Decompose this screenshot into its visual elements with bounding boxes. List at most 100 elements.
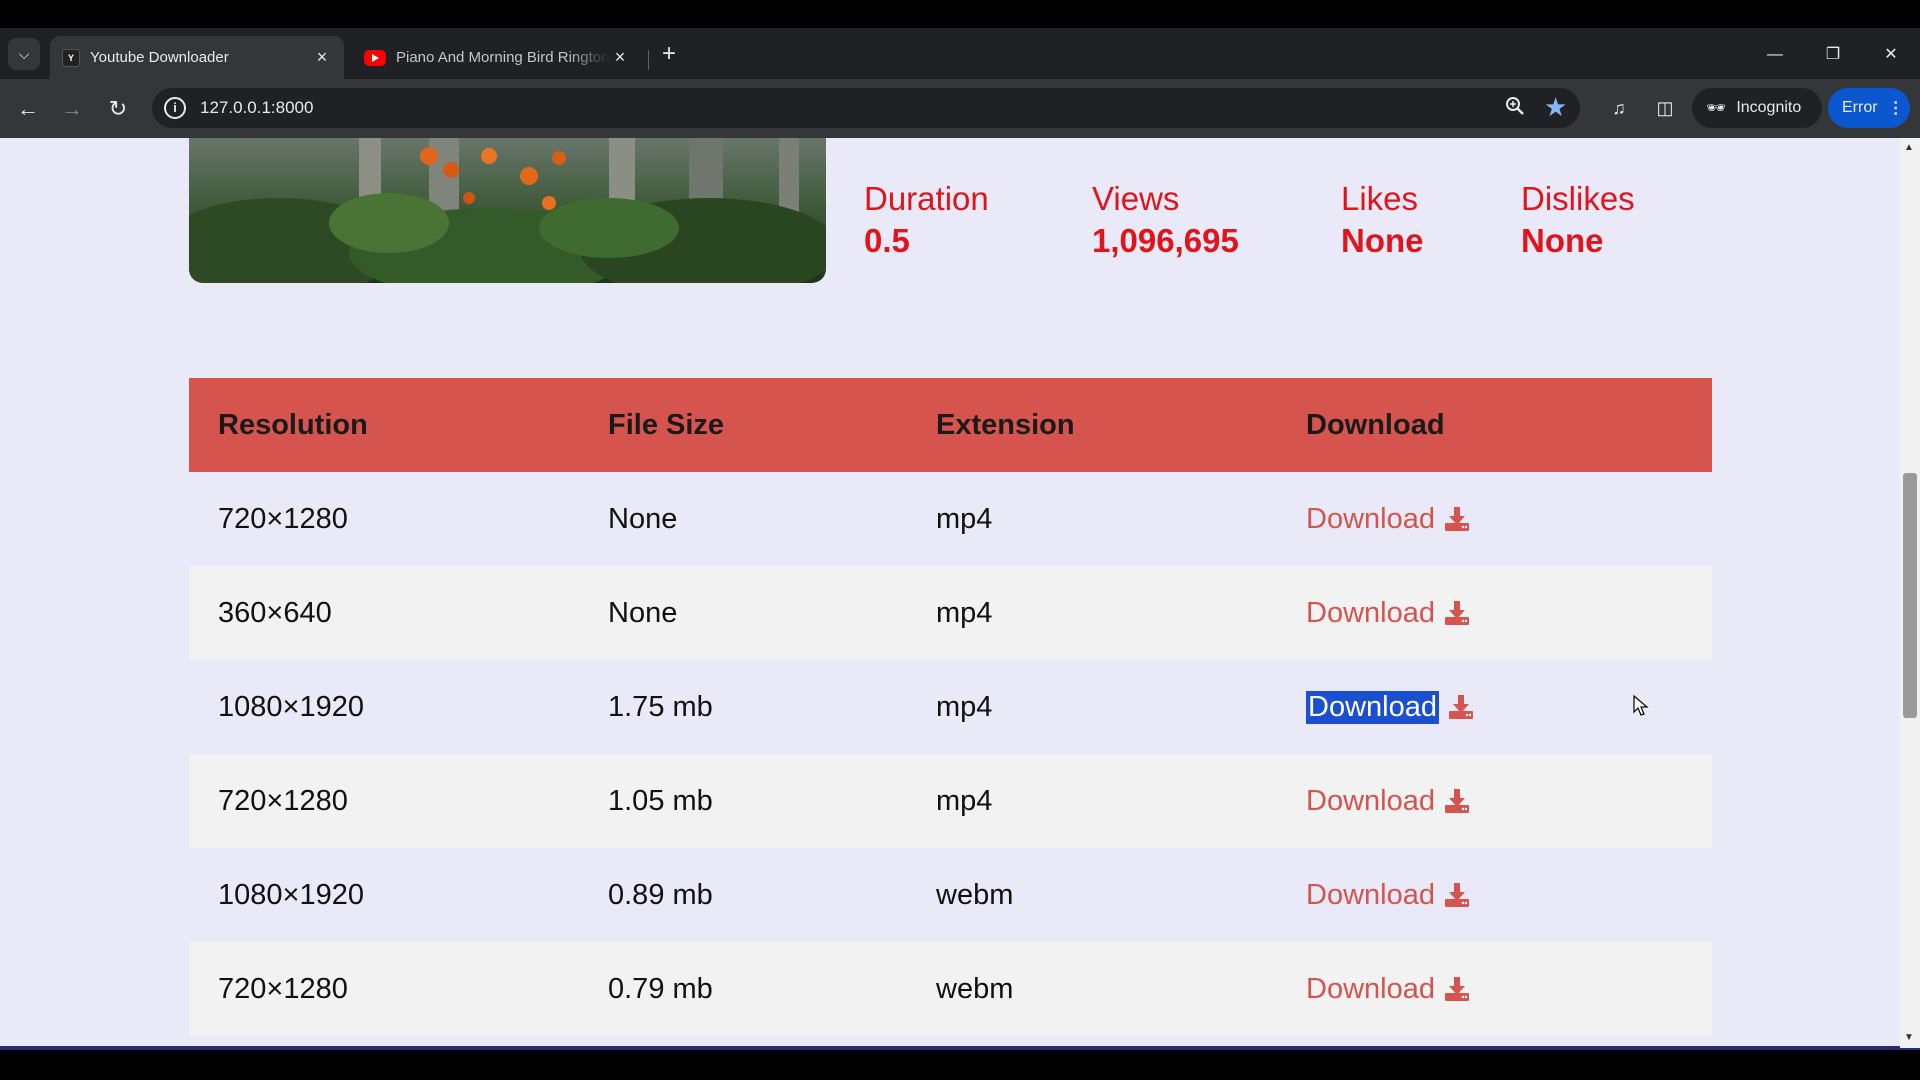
cell-extension: mp4 xyxy=(907,754,1277,848)
download-link[interactable]: Download xyxy=(1306,503,1471,536)
cell-extension: mp4 xyxy=(907,472,1277,566)
page-content: Duration 0.5 Views 1,096,695 Likes None … xyxy=(0,138,1920,1048)
download-link-label[interactable]: Download xyxy=(1306,690,1439,724)
cell-resolution: 360×640 xyxy=(189,566,579,660)
download-link-label[interactable]: Download xyxy=(1306,973,1435,1006)
cell-file-size: None xyxy=(579,566,907,660)
tab-search-button[interactable]: ⌵ xyxy=(8,38,40,70)
header-extension: Extension xyxy=(907,378,1277,472)
scroll-down-arrow-icon[interactable]: ▼ xyxy=(1904,1032,1914,1043)
tab-title: Piano And Morning Bird Ringtone xyxy=(396,49,610,66)
cell-download: Download xyxy=(1277,566,1712,660)
download-link-label[interactable]: Download xyxy=(1306,879,1435,912)
url-text[interactable]: 127.0.0.1:8000 xyxy=(200,98,313,118)
download-icon[interactable] xyxy=(1443,787,1471,815)
video-thumbnail xyxy=(189,138,826,283)
chevron-down-icon: ⌵ xyxy=(18,45,30,62)
table-row: 1080×1920 0.89 mb webm Download xyxy=(189,848,1712,942)
cell-extension: mp4 xyxy=(907,660,1277,754)
site-info-icon[interactable]: i xyxy=(164,97,186,119)
forward-button[interactable]: → xyxy=(56,93,88,125)
reload-button[interactable]: ↻ xyxy=(102,93,134,125)
cell-resolution: 1080×1920 xyxy=(189,848,579,942)
youtube-favicon-icon xyxy=(364,49,386,66)
error-menu-button[interactable]: Error ⋮ xyxy=(1828,88,1910,128)
header-file-size: File Size xyxy=(579,378,907,472)
tab-separator xyxy=(648,50,649,70)
side-panel-icon[interactable]: ◫ xyxy=(1650,93,1680,123)
cell-resolution: 720×1280 xyxy=(189,754,579,848)
stat-views: Views 1,096,695 xyxy=(1092,178,1239,262)
table-row: 1080×1920 1.75 mb mp4 Download xyxy=(189,660,1712,754)
download-link-label[interactable]: Download xyxy=(1306,597,1435,630)
cell-extension: webm xyxy=(907,942,1277,1036)
cell-download: Download xyxy=(1277,754,1712,848)
incognito-label: Incognito xyxy=(1736,99,1802,116)
download-icon[interactable] xyxy=(1443,599,1471,627)
stat-label: Views xyxy=(1092,180,1180,217)
zoom-icon[interactable] xyxy=(1504,95,1526,123)
tab-youtube-downloader[interactable]: Y Youtube Downloader × xyxy=(50,36,344,79)
stat-label: Dislikes xyxy=(1521,180,1635,217)
tab-piano-ringtone[interactable]: Piano And Morning Bird Ringtone × xyxy=(352,36,642,79)
download-link[interactable]: Download xyxy=(1306,879,1471,912)
table-header-row: Resolution File Size Extension Download xyxy=(189,378,1712,472)
tab-strip: ⌵ Y Youtube Downloader × Piano And Morni… xyxy=(0,28,1920,79)
cell-resolution: 1080×1920 xyxy=(189,660,579,754)
download-link[interactable]: Download xyxy=(1306,597,1471,630)
stat-value: 0.5 xyxy=(864,222,910,259)
address-bar[interactable]: i 127.0.0.1:8000 ★ xyxy=(152,88,1580,128)
scroll-up-arrow-icon[interactable]: ▲ xyxy=(1904,142,1914,153)
scroll-thumb[interactable] xyxy=(1903,473,1917,718)
download-link[interactable]: Download xyxy=(1306,973,1471,1006)
cell-file-size: None xyxy=(579,472,907,566)
download-icon[interactable] xyxy=(1443,975,1471,1003)
cell-file-size: 1.05 mb xyxy=(579,754,907,848)
stat-duration: Duration 0.5 xyxy=(864,178,989,262)
close-icon[interactable]: × xyxy=(610,47,630,68)
downloader-favicon-icon: Y xyxy=(62,48,80,67)
cell-download: Download xyxy=(1277,848,1712,942)
download-link[interactable]: Download xyxy=(1306,690,1475,724)
media-control-icon[interactable]: ♫ xyxy=(1604,93,1634,123)
stat-value: 1,096,695 xyxy=(1092,222,1239,259)
cell-extension: mp4 xyxy=(907,566,1277,660)
bottom-black-bar xyxy=(0,1050,1920,1080)
table-row: 720×1280 0.79 mb webm Download xyxy=(189,942,1712,1036)
cell-resolution: 720×1280 xyxy=(189,472,579,566)
download-table: Resolution File Size Extension Download … xyxy=(189,378,1712,1036)
browser-toolbar: ← → ↻ i 127.0.0.1:8000 ★ ♫ ◫ 🕶 Incognito… xyxy=(0,79,1920,138)
error-label: Error xyxy=(1842,99,1878,116)
stat-likes: Likes None xyxy=(1341,178,1424,262)
download-icon[interactable] xyxy=(1443,881,1471,909)
cell-download: Download xyxy=(1277,942,1712,1036)
tab-title: Youtube Downloader xyxy=(90,49,229,66)
table-row: 360×640 None mp4 Download xyxy=(189,566,1712,660)
close-icon[interactable]: × xyxy=(312,47,332,68)
minimize-button[interactable]: — xyxy=(1752,40,1798,70)
cell-resolution: 720×1280 xyxy=(189,942,579,1036)
cell-extension: webm xyxy=(907,848,1277,942)
stat-value: None xyxy=(1341,222,1424,259)
stat-label: Likes xyxy=(1341,180,1419,217)
window-close-button[interactable]: ✕ xyxy=(1868,40,1914,70)
bookmark-star-icon[interactable]: ★ xyxy=(1544,92,1567,123)
cell-file-size: 0.89 mb xyxy=(579,848,907,942)
top-black-bar xyxy=(0,0,1920,28)
download-icon[interactable] xyxy=(1447,693,1475,721)
incognito-indicator[interactable]: 🕶 Incognito xyxy=(1692,88,1822,128)
restore-button[interactable]: ❐ xyxy=(1810,40,1856,70)
download-link-label[interactable]: Download xyxy=(1306,503,1435,536)
stat-label: Duration xyxy=(864,180,989,217)
back-button[interactable]: ← xyxy=(12,93,44,125)
stat-value: None xyxy=(1521,222,1604,259)
new-tab-button[interactable]: + xyxy=(656,42,682,68)
table-row: 720×1280 None mp4 Download xyxy=(189,472,1712,566)
table-row: 720×1280 1.05 mb mp4 Download xyxy=(189,754,1712,848)
page-scrollbar[interactable]: ▲ ▼ xyxy=(1900,138,1920,1048)
header-resolution: Resolution xyxy=(189,378,579,472)
download-icon[interactable] xyxy=(1443,505,1471,533)
header-download: Download xyxy=(1277,378,1712,472)
download-link-label[interactable]: Download xyxy=(1306,785,1435,818)
download-link[interactable]: Download xyxy=(1306,785,1471,818)
